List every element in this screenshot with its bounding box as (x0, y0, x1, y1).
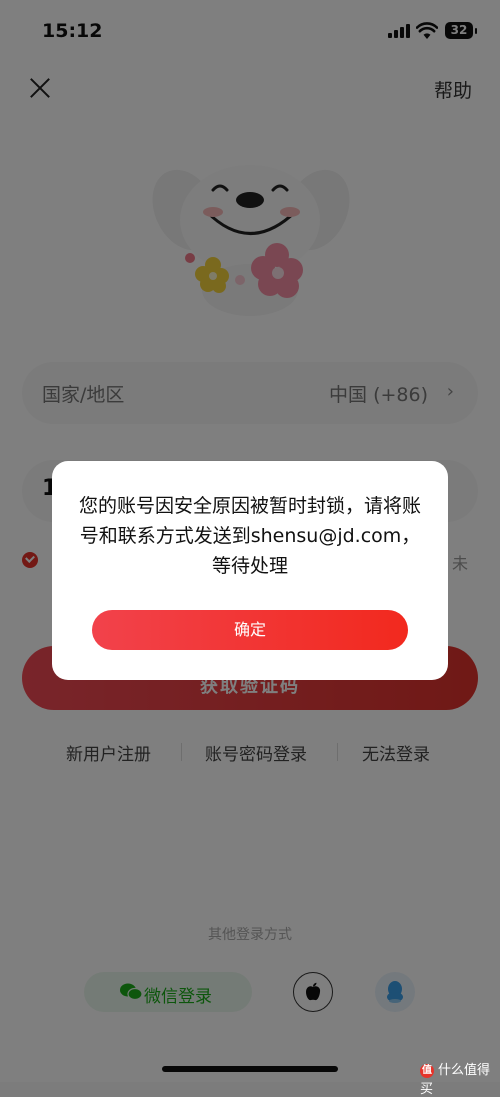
watermark: 值什么值得买 (420, 1059, 500, 1097)
account-locked-dialog: 您的账号因安全原因被暂时封锁，请将账号和联系方式发送到shensu@jd.com… (52, 461, 448, 680)
watermark-logo: 值 (420, 1063, 434, 1078)
confirm-button[interactable]: 确定 (92, 610, 408, 650)
dialog-message: 您的账号因安全原因被暂时封锁，请将账号和联系方式发送到shensu@jd.com… (78, 495, 421, 577)
